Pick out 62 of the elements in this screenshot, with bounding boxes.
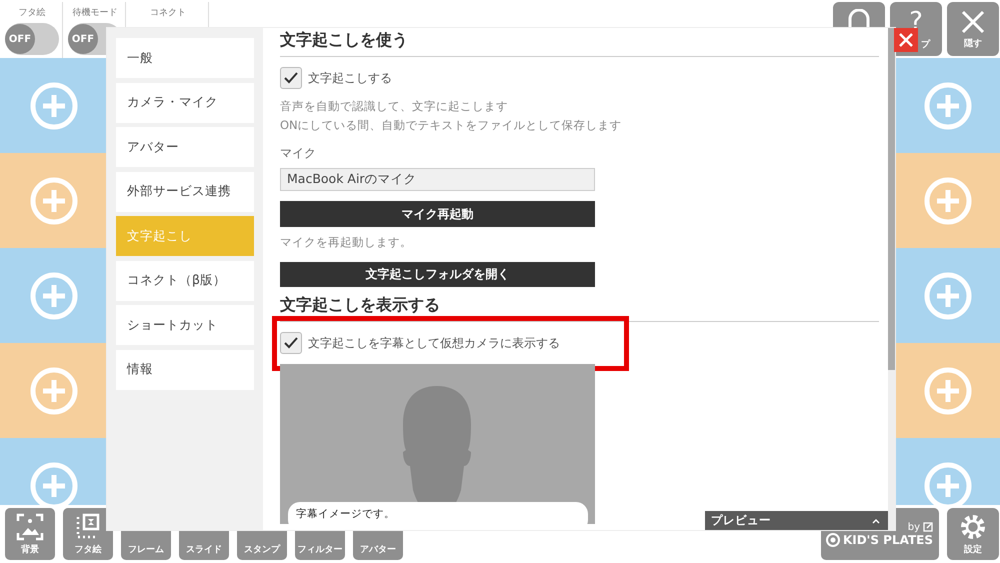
- close-icon: [960, 8, 986, 34]
- settings-button[interactable]: 設定: [947, 508, 999, 560]
- scrollbar[interactable]: [888, 28, 895, 530]
- by-text: by: [908, 522, 920, 532]
- add-icon: [28, 80, 78, 130]
- close-button[interactable]: [894, 28, 918, 52]
- preview-dropdown[interactable]: プレビュー: [705, 511, 888, 530]
- action-button[interactable]: 文字起こしフォルダを開く: [280, 262, 595, 288]
- add-icon: [922, 80, 972, 130]
- add-tile[interactable]: [0, 438, 107, 505]
- checkbox[interactable]: [280, 67, 302, 89]
- add-tile[interactable]: [0, 248, 107, 343]
- sidebar-item[interactable]: 外部サービス連携: [116, 172, 254, 212]
- tool-button[interactable]: 背景: [5, 508, 55, 560]
- add-tile[interactable]: [895, 248, 1000, 343]
- description-text: 音声を自動で認識して、文字に起こします: [280, 99, 509, 114]
- add-icon: [28, 270, 78, 320]
- close-icon: [898, 32, 914, 48]
- image-icon: [16, 513, 44, 541]
- hourglass-icon: [76, 513, 100, 541]
- checkbox-label[interactable]: 文字起こしする: [308, 70, 392, 86]
- sidebar-item[interactable]: 情報: [116, 350, 254, 390]
- add-tile[interactable]: [0, 58, 107, 153]
- add-icon: [922, 176, 972, 226]
- pin-icon: [826, 532, 840, 546]
- action-button[interactable]: マイク再起動: [280, 201, 595, 227]
- chevron-up-icon: [872, 518, 880, 524]
- field-label: マイク: [280, 145, 317, 162]
- checkbox[interactable]: [280, 332, 302, 354]
- scrollbar-thumb[interactable]: [888, 28, 895, 370]
- connect-label[interactable]: コネクト: [150, 6, 186, 19]
- add-icon: [922, 366, 972, 416]
- tool-button[interactable]: フタ絵: [63, 508, 113, 560]
- add-tile[interactable]: [0, 153, 107, 248]
- sidebar-item[interactable]: ショートカット: [116, 305, 254, 345]
- toggle-switch[interactable]: OFF: [5, 23, 59, 55]
- hide-button[interactable]: 隠す: [947, 2, 999, 56]
- add-tile[interactable]: [0, 343, 107, 438]
- check-icon: [283, 336, 299, 350]
- add-icon: [922, 270, 972, 320]
- sidebar-item[interactable]: カメラ・マイク: [116, 82, 254, 122]
- check-icon: [283, 71, 299, 85]
- microphone-select[interactable]: MacBook Airのマイク: [280, 168, 595, 192]
- add-tile[interactable]: [895, 58, 1000, 153]
- add-tile[interactable]: [895, 438, 1000, 505]
- toggle-label: フタ絵: [18, 6, 46, 19]
- toggle-label: 待機モード: [72, 6, 118, 19]
- add-icon: [28, 176, 78, 226]
- section-title: 文字起こしを表示する: [280, 295, 879, 322]
- add-tile[interactable]: [895, 343, 1000, 438]
- checkbox-label[interactable]: 文字起こしを字幕として仮想カメラに表示する: [308, 334, 560, 352]
- note-text: マイクを再起動します。: [280, 234, 413, 250]
- add-icon: [28, 366, 78, 416]
- section-title: 文字起こしを使う: [280, 30, 879, 57]
- brand-name: KID'S PLATES: [842, 532, 933, 546]
- description-text: ONにしている間、自動でテキストをファイルとして保存します: [280, 118, 623, 133]
- sidebar-item[interactable]: コネクト（β版）: [116, 260, 254, 300]
- settings-icon: [959, 512, 987, 540]
- sidebar-item[interactable]: 一般: [116, 38, 254, 78]
- add-tile[interactable]: [895, 153, 1000, 248]
- external-link-icon: [923, 522, 933, 532]
- sidebar-item[interactable]: アバター: [116, 127, 254, 167]
